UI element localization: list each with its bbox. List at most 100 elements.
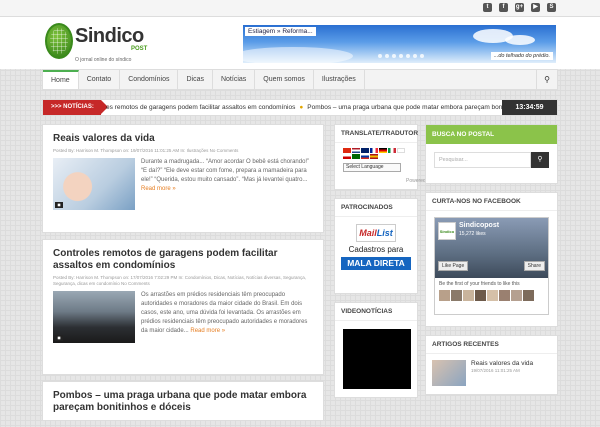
nav-item-ilustracoes[interactable]: Ilustrações xyxy=(314,70,365,89)
header-banner[interactable]: Estiagem » Reforma... ...do telhado do p… xyxy=(243,25,556,63)
post-thumbnail[interactable]: ◼ xyxy=(53,291,135,343)
banner-left-text: Estiagem » Reforma... xyxy=(245,27,316,36)
slider-dot[interactable] xyxy=(392,54,396,58)
ticker-text: es remotos de garagens podem facilitar a… xyxy=(106,100,521,115)
fb-page-name[interactable]: Sindicopost xyxy=(459,222,499,229)
avatar[interactable] xyxy=(439,290,450,301)
post-title[interactable]: Reais valores da vida xyxy=(53,133,313,145)
flag-icon[interactable] xyxy=(379,148,387,153)
main-column: Reais valores da vida Posted By: Harriso… xyxy=(42,124,324,427)
search-icon[interactable]: ⚲ xyxy=(536,70,557,89)
slider-dot[interactable] xyxy=(385,54,389,58)
fb-like-button[interactable]: Like Page xyxy=(438,261,469,271)
avatar[interactable] xyxy=(499,290,510,301)
logo-post: POST xyxy=(131,46,148,52)
facebook-icon[interactable]: f xyxy=(499,3,508,12)
camera-icon: ◼ xyxy=(55,335,63,341)
nav-item-condominios[interactable]: Condomínios xyxy=(120,70,179,89)
cadastros-text[interactable]: Cadastros para xyxy=(335,245,417,254)
post-meta: Posted By: Harrison M. Thompson on: 19/0… xyxy=(53,148,239,153)
read-more-link[interactable]: Read more » xyxy=(141,186,176,192)
mala-direta-banner[interactable]: MALA DIRETA xyxy=(341,257,411,270)
facebook-page-plugin: Sindico Sindicopost 15,272 likes Like Pa… xyxy=(434,217,549,315)
avatar[interactable] xyxy=(463,290,474,301)
flag-icon[interactable] xyxy=(352,154,360,159)
cloud-shape xyxy=(505,35,535,45)
mail-list-logo[interactable]: MailList xyxy=(356,224,396,242)
globe-icon xyxy=(45,23,73,59)
avatar[interactable] xyxy=(523,290,534,301)
social-links: t f g+ ▶ S xyxy=(483,3,556,12)
widget-title: TRANSLATE/TRADUTOR xyxy=(335,125,418,143)
recent-article-item[interactable]: Reais valores da vida 19/07/2016 11:01:2… xyxy=(426,354,557,392)
logo-name: Sindico xyxy=(75,25,144,47)
right-sidebar: BUSCA NO POSTAL Pesquisar... ⚲ CURTA-NOS… xyxy=(425,124,558,403)
slider-dot[interactable] xyxy=(420,54,424,58)
middle-sidebar: TRANSLATE/TRADUTOR Select Language Power… xyxy=(334,124,472,406)
recent-article-thumbnail[interactable] xyxy=(432,360,466,386)
ticker-clock: 13:34:59 xyxy=(502,100,557,115)
post-card: Reais valores da vida Posted By: Harriso… xyxy=(42,124,324,233)
video-player[interactable] xyxy=(343,329,411,389)
mail-text: Mail xyxy=(359,228,377,238)
fb-share-button[interactable]: Share xyxy=(523,261,545,271)
widget-title: ARTIGOS RECENTES xyxy=(426,336,557,354)
flag-icon[interactable] xyxy=(352,148,360,153)
fb-likes-count: 15,272 likes xyxy=(459,231,486,237)
google-plus-icon[interactable]: g+ xyxy=(515,3,524,12)
post-card: Pombos – uma praga urbana que pode matar… xyxy=(42,381,324,421)
slider-dot[interactable] xyxy=(399,54,403,58)
ticker-item[interactable]: es remotos de garagens podem facilitar a… xyxy=(106,104,295,111)
youtube-icon[interactable]: ▶ xyxy=(531,3,540,12)
post-title[interactable]: Pombos – uma praga urbana que pode matar… xyxy=(53,390,313,414)
flag-icon[interactable] xyxy=(397,148,405,153)
flag-icon[interactable] xyxy=(361,154,369,159)
search-button[interactable]: ⚲ xyxy=(531,152,549,168)
language-select[interactable]: Select Language xyxy=(343,163,401,172)
flag-icon[interactable] xyxy=(370,154,378,159)
sponsored-widget: PATROCINADOS MailList Cadastros para MAL… xyxy=(334,198,418,294)
slider-dots xyxy=(378,54,424,58)
slider-dot[interactable] xyxy=(413,54,417,58)
logo-tagline: O jornal online do síndico xyxy=(75,57,132,63)
slider-dot[interactable] xyxy=(378,54,382,58)
flag-icon[interactable] xyxy=(343,154,351,159)
nav-item-quem-somos[interactable]: Quem somos xyxy=(255,70,314,89)
post-title[interactable]: Controles remotos de garagens podem faci… xyxy=(53,248,313,272)
fb-cover-image[interactable]: Sindico Sindicopost 15,272 likes Like Pa… xyxy=(435,218,548,278)
avatar[interactable] xyxy=(451,290,462,301)
skype-icon[interactable]: S xyxy=(547,3,556,12)
main-nav: Home Contato Condomínios Dicas Notícias … xyxy=(42,69,558,90)
read-more-link[interactable]: Read more » xyxy=(190,328,225,334)
search-input[interactable]: Pesquisar... xyxy=(434,152,531,168)
recent-articles-widget: ARTIGOS RECENTES Reais valores da vida 1… xyxy=(425,335,558,395)
post-thumbnail[interactable]: ◼ xyxy=(53,158,135,210)
nav-item-noticias[interactable]: Notícias xyxy=(213,70,256,89)
bullet-icon: ● xyxy=(299,104,304,111)
ticker-item[interactable]: Pombos – uma praga urbana que pode matar… xyxy=(307,104,521,111)
post-meta: Posted By: Harrison M. Thompson on: 17/0… xyxy=(53,275,307,286)
nav-item-dicas[interactable]: Dicas xyxy=(178,70,213,89)
cloud-shape xyxy=(243,47,353,63)
flag-icon[interactable] xyxy=(343,148,351,153)
site-logo[interactable]: Sindico POST O jornal online do síndico xyxy=(45,21,157,66)
nav-item-home[interactable]: Home xyxy=(43,70,79,89)
flag-icon[interactable] xyxy=(370,148,378,153)
avatar[interactable] xyxy=(475,290,486,301)
recent-article-title[interactable]: Reais valores da vida xyxy=(471,360,533,367)
nav-item-contato[interactable]: Contato xyxy=(79,70,121,89)
banner-right-text: ...do telhado do prédio. xyxy=(490,52,553,60)
twitter-icon[interactable]: t xyxy=(483,3,492,12)
widget-title: PATROCINADOS xyxy=(335,199,417,217)
flag-icon[interactable] xyxy=(361,148,369,153)
flag-list xyxy=(335,143,417,161)
fb-friends-text: Be the first of your friends to like thi… xyxy=(439,281,520,287)
ticker-label: >>> NOTÍCIAS: xyxy=(43,100,108,115)
slider-dot[interactable] xyxy=(406,54,410,58)
fb-faces xyxy=(435,290,548,301)
avatar[interactable] xyxy=(511,290,522,301)
site-header: Sindico POST O jornal online do síndico … xyxy=(0,17,600,69)
avatar[interactable] xyxy=(487,290,498,301)
flag-icon[interactable] xyxy=(388,148,396,153)
fb-page-logo[interactable]: Sindico xyxy=(438,222,456,240)
